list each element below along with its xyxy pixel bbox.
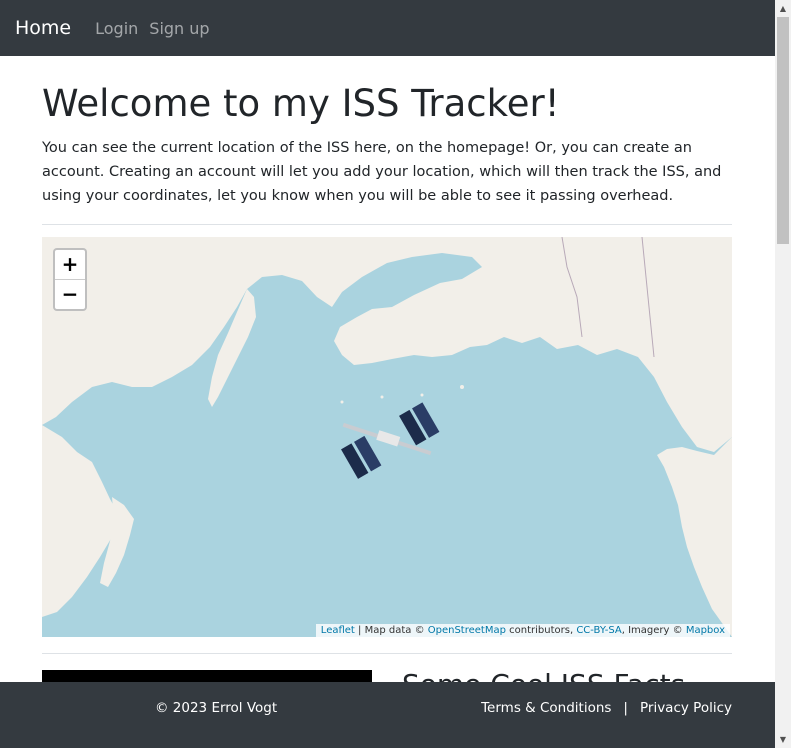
page-scrollbar[interactable]: ▲ ▼ xyxy=(775,0,791,748)
map-attribution: Leaflet | Map data © OpenStreetMap contr… xyxy=(315,624,730,637)
terms-link[interactable]: Terms & Conditions xyxy=(481,700,611,716)
attrib-mapdata: | Map data © xyxy=(354,625,428,636)
ccbysa-link[interactable]: CC-BY-SA xyxy=(576,625,621,636)
iss-map[interactable]: + − Leaflet | Map data © OpenStreetMap c… xyxy=(42,237,732,637)
zoom-in-button[interactable]: + xyxy=(55,250,85,280)
divider xyxy=(42,653,732,654)
intro-text: You can see the current location of the … xyxy=(42,140,722,204)
navbar: Home Login Sign up xyxy=(0,0,775,56)
scroll-thumb[interactable] xyxy=(777,17,789,244)
attrib-imagery: , Imagery © xyxy=(621,625,686,636)
nav-login-link[interactable]: Login xyxy=(95,19,138,38)
attrib-contrib: contributors, xyxy=(505,625,577,636)
mapbox-link[interactable]: Mapbox xyxy=(686,625,725,636)
nav-home-link[interactable]: Home xyxy=(15,17,71,39)
main-content: Welcome to my ISS Tracker! You can see t… xyxy=(42,56,732,241)
scroll-up-icon[interactable]: ▲ xyxy=(775,0,791,17)
osm-link[interactable]: OpenStreetMap xyxy=(428,625,506,636)
leaflet-link[interactable]: Leaflet xyxy=(321,625,355,636)
nav-signup-link[interactable]: Sign up xyxy=(149,19,209,38)
zoom-out-button[interactable]: − xyxy=(55,280,85,309)
map-tiles xyxy=(42,237,732,637)
page-title: Welcome to my ISS Tracker! xyxy=(42,82,560,125)
footer-separator: | xyxy=(623,700,628,716)
divider xyxy=(42,224,732,225)
footer-links: Terms & Conditions | Privacy Policy xyxy=(481,700,732,716)
footer: © 2023 Errol Vogt Terms & Conditions | P… xyxy=(0,682,775,748)
scroll-down-icon[interactable]: ▼ xyxy=(775,731,791,748)
zoom-control: + − xyxy=(53,248,87,311)
copyright-text: © 2023 Errol Vogt xyxy=(155,700,278,716)
privacy-link[interactable]: Privacy Policy xyxy=(640,700,732,716)
